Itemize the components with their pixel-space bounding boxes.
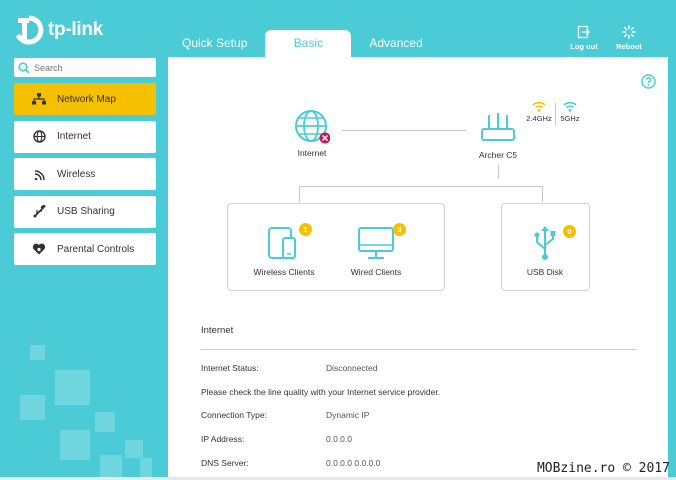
router-icon	[481, 113, 515, 141]
wifi-icon	[532, 101, 546, 112]
connection-line	[299, 186, 300, 202]
band-separator	[555, 103, 556, 125]
decor-block	[20, 395, 45, 420]
usb-disk-count: 0	[563, 225, 576, 238]
section-title-internet: Internet	[201, 325, 234, 336]
reboot-button[interactable]: Reboot	[612, 25, 646, 51]
usb-icon	[31, 204, 47, 220]
sidebar-item-wireless[interactable]: Wireless	[14, 158, 156, 190]
router-node-label: Archer C5	[478, 150, 518, 160]
decor-block	[100, 455, 122, 477]
wired-clients-label: Wired Clients	[350, 267, 402, 277]
decor-block	[95, 412, 115, 432]
internet-status-note: Please check the line quality with your …	[201, 387, 441, 397]
connection-type-row: Connection Type: Dynamic IP	[201, 410, 369, 420]
band-24ghz-label: 2.4GHz	[526, 114, 552, 123]
internet-status-label: Internet Status:	[201, 363, 259, 373]
tp-link-logo: tp-link	[14, 14, 114, 46]
connection-line	[542, 186, 543, 202]
tp-link-logo-icon	[15, 15, 44, 45]
monitor-icon	[358, 227, 394, 259]
decor-block	[125, 440, 143, 458]
sidebar-item-label: Parental Controls	[57, 243, 135, 255]
logout-label: Log out	[570, 42, 598, 51]
dns-server-label: DNS Server:	[201, 458, 249, 468]
sidebar-item-label: Network Map	[57, 93, 116, 105]
sidebar-item-label: Internet	[57, 131, 91, 142]
globe-icon	[295, 110, 331, 144]
decor-block	[30, 345, 45, 360]
decor-block	[55, 370, 90, 405]
network-map-icon	[31, 91, 47, 107]
sidebar-item-network-map[interactable]: Network Map	[14, 83, 156, 115]
brand-name: tp-link	[48, 19, 103, 40]
watermark: MOBzine.ro © 2017	[536, 461, 670, 476]
sidebar-item-internet[interactable]: Internet	[14, 120, 156, 153]
connection-line	[299, 186, 543, 187]
sidebar-item-parental-controls[interactable]: Parental Controls	[14, 233, 156, 265]
help-icon[interactable]	[641, 74, 656, 89]
sidebar: Network Map Internet Wireless USB Sharin…	[14, 83, 156, 271]
search-input[interactable]	[34, 62, 144, 73]
tab-quick-setup[interactable]: Quick Setup	[168, 30, 261, 57]
ip-address-value: 0.0.0.0	[326, 434, 352, 444]
tablet-phone-icon	[268, 227, 296, 259]
decor-block	[60, 430, 90, 460]
ip-address-row: IP Address: 0.0.0.0	[201, 434, 352, 444]
connection-line	[342, 130, 466, 131]
internet-node[interactable]: Internet	[294, 109, 331, 158]
reboot-label: Reboot	[616, 42, 642, 51]
search-icon	[18, 61, 30, 74]
tab-advanced[interactable]: Advanced	[355, 30, 436, 57]
sidebar-item-label: Wireless	[57, 168, 96, 180]
ip-address-label: IP Address:	[201, 434, 245, 444]
section-divider	[201, 349, 637, 350]
dns-server-row: DNS Server: 0.0.0.0 0.0.0.0	[201, 458, 380, 468]
usb-disk-label: USB Disk	[526, 267, 564, 277]
search-box[interactable]	[14, 58, 156, 77]
wifi-icon	[563, 101, 577, 112]
usb-icon	[534, 226, 556, 260]
band-5ghz[interactable]: 5GHz	[557, 101, 583, 123]
reboot-icon	[622, 25, 636, 39]
main-panel: Internet Archer C5 2.4GHz 5GHz Wireless …	[168, 57, 668, 480]
sidebar-item-usb-sharing[interactable]: USB Sharing	[14, 195, 156, 228]
sidebar-item-label: USB Sharing	[57, 206, 115, 217]
band-24ghz[interactable]: 2.4GHz	[524, 101, 554, 123]
main-tabs: Quick Setup Basic Advanced	[168, 30, 437, 57]
wireless-clients-count: 1	[299, 223, 312, 236]
wifi-icon	[31, 166, 47, 182]
logout-icon	[577, 25, 590, 39]
internet-status-value: Disconnected	[326, 363, 378, 373]
connection-line	[498, 164, 499, 179]
connection-type-value: Dynamic IP	[326, 410, 370, 420]
router-node[interactable]: Archer C5	[474, 111, 522, 160]
tab-basic[interactable]: Basic	[265, 30, 352, 57]
globe-icon	[31, 129, 47, 145]
wireless-clients-label: Wireless Clients	[253, 267, 315, 277]
internet-node-label: Internet	[297, 148, 327, 158]
dns-server-value: 0.0.0.0 0.0.0.0	[326, 458, 381, 468]
connection-type-label: Connection Type:	[201, 410, 267, 420]
internet-status-row: Internet Status: Disconnected	[201, 363, 378, 373]
logout-button[interactable]: Log out	[567, 25, 601, 51]
wired-clients-count: 3	[393, 223, 406, 236]
heart-icon	[31, 241, 47, 257]
band-5ghz-label: 5GHz	[560, 114, 580, 123]
